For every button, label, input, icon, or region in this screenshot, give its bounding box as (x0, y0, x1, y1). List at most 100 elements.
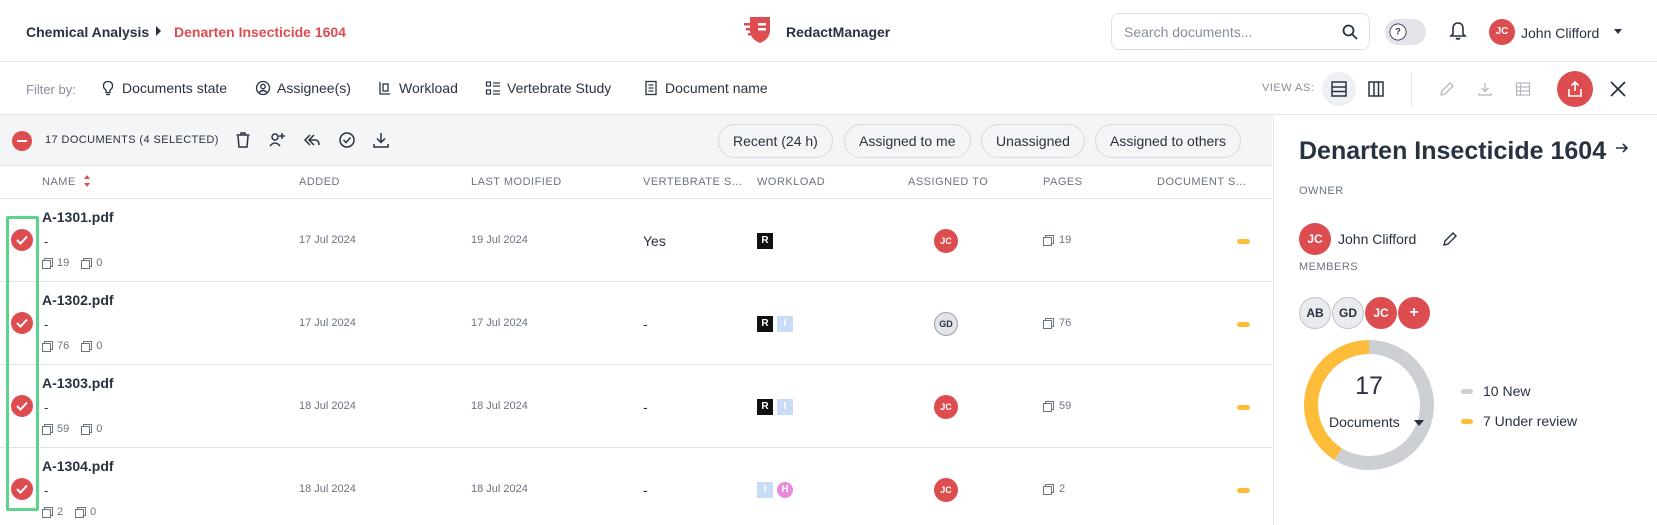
table-row[interactable]: A-1304.pdf - 2 0 18 Jul 2024 18 Jul 2024… (0, 448, 1272, 525)
table-icon (1515, 82, 1531, 96)
user-avatar[interactable]: JC (1489, 19, 1515, 45)
modified-date: 17 Jul 2024 (471, 317, 528, 329)
row-checkbox[interactable] (11, 229, 33, 251)
dossier-details-panel: Denarten Insecticide 1604 OWNER JC John … (1273, 115, 1657, 525)
pages-icon (42, 340, 53, 352)
file-name[interactable]: A-1304.pdf (42, 458, 114, 474)
view-columns-button[interactable] (1359, 72, 1393, 106)
export-button[interactable] (1557, 71, 1593, 107)
legend-item-under-review[interactable]: 7 Under review (1461, 413, 1577, 429)
filter-document-name[interactable]: Document name (643, 80, 768, 96)
file-pages: 2 (57, 506, 64, 518)
workload-badge-redaction: R (757, 233, 773, 249)
filter-assignees[interactable]: Assignee(s) (255, 80, 351, 96)
pencil-icon[interactable] (1442, 231, 1458, 247)
help-mode-toggle[interactable]: ? (1385, 19, 1426, 45)
delete-icon[interactable] (233, 130, 253, 150)
row-checkbox[interactable] (11, 478, 33, 500)
filter-vertebrate-study[interactable]: Vertebrate Study (485, 80, 611, 96)
file-name[interactable]: A-1301.pdf (42, 209, 114, 225)
column-last-modified[interactable]: LAST MODIFIED (471, 176, 562, 188)
assignee-avatar[interactable]: JC (934, 395, 958, 419)
check-icon (16, 401, 28, 411)
document-state-indicator (1237, 488, 1250, 493)
breadcrumb-parent[interactable]: Chemical Analysis (26, 24, 149, 40)
workload-badge-image: I (777, 316, 793, 332)
filter-documents-state[interactable]: Documents state (100, 80, 227, 96)
column-name[interactable]: NAME (42, 176, 76, 188)
notifications-bell-icon[interactable] (1448, 21, 1468, 41)
reply-all-icon[interactable] (302, 130, 322, 150)
member-avatar[interactable]: JC (1365, 297, 1397, 329)
table-report-button[interactable] (1506, 72, 1540, 106)
workload-badge-image: I (757, 482, 773, 498)
column-vertebrate-study[interactable]: VERTEBRATE S... (643, 176, 742, 188)
check-icon (16, 235, 28, 245)
donut-total-label[interactable]: Documents (1329, 414, 1400, 430)
member-avatar[interactable]: AB (1299, 297, 1331, 329)
file-annotations: 0 (96, 340, 103, 352)
column-workload[interactable]: WORKLOAD (757, 176, 825, 188)
file-name[interactable]: A-1302.pdf (42, 292, 114, 308)
vertebrate-study-value: Yes (643, 233, 666, 249)
quick-filter-assigned-to-others[interactable]: Assigned to others (1095, 124, 1241, 158)
pencil-icon (1440, 82, 1454, 96)
member-avatar[interactable]: GD (1332, 297, 1364, 329)
chevron-down-icon[interactable] (1414, 420, 1424, 426)
page-count-value: 2 (1059, 483, 1066, 495)
workload-badges: R I (757, 316, 793, 332)
table-row[interactable]: A-1301.pdf - 19 0 17 Jul 2024 19 Jul 202… (0, 199, 1272, 282)
quick-filter-assigned-to-me[interactable]: Assigned to me (844, 124, 971, 158)
table-row[interactable]: A-1303.pdf - 59 0 18 Jul 2024 18 Jul 202… (0, 365, 1272, 448)
download-button[interactable] (1468, 72, 1502, 106)
search-icon[interactable] (1341, 23, 1359, 41)
filter-workload[interactable]: Workload (377, 80, 458, 96)
sort-arrows-icon[interactable] (84, 175, 90, 187)
collapse-arrow-icon[interactable] (1614, 140, 1630, 156)
row-checkbox[interactable] (11, 395, 33, 417)
legend-label: 10 New (1483, 383, 1531, 399)
assignee-avatar[interactable]: JC (934, 229, 958, 253)
members-label: MEMBERS (1299, 261, 1359, 273)
donut-total: 17 (1355, 372, 1383, 400)
file-name[interactable]: A-1303.pdf (42, 375, 114, 391)
view-list-button[interactable] (1322, 72, 1356, 106)
legend-swatch-under-review (1461, 418, 1473, 424)
column-document-state[interactable]: DOCUMENT S... (1157, 176, 1246, 188)
page-count: 19 (1043, 234, 1071, 246)
deselect-all-button[interactable] (12, 131, 32, 151)
added-date: 17 Jul 2024 (299, 234, 356, 246)
workload-badge-hint: H (777, 482, 793, 498)
quick-filter-unassigned[interactable]: Unassigned (981, 124, 1085, 158)
check-icon (16, 484, 28, 494)
help-icon: ? (1389, 23, 1407, 41)
legend-item-new[interactable]: 10 New (1461, 383, 1530, 399)
user-menu-caret-icon[interactable] (1614, 29, 1622, 34)
legend-swatch-new (1461, 388, 1473, 394)
filter-bar: Filter by: Documents state Assignee(s) W… (0, 62, 1657, 115)
page-count-value: 19 (1059, 234, 1072, 246)
add-member-button[interactable]: + (1398, 297, 1430, 329)
assign-user-icon[interactable] (267, 130, 287, 150)
search-input[interactable]: Search documents... (1111, 13, 1370, 50)
pages-icon (1043, 234, 1054, 246)
download-icon[interactable] (371, 130, 391, 150)
row-checkbox[interactable] (11, 312, 33, 334)
column-pages[interactable]: PAGES (1043, 176, 1083, 188)
edit-button[interactable] (1430, 72, 1464, 106)
approve-check-icon[interactable] (337, 130, 357, 150)
breadcrumb-current[interactable]: Denarten Insecticide 1604 (174, 24, 346, 40)
file-pages: 59 (57, 423, 70, 435)
user-name[interactable]: John Clifford (1521, 25, 1599, 41)
assignee-avatar[interactable]: JC (934, 478, 958, 502)
quick-filter-recent[interactable]: Recent (24 h) (718, 124, 833, 158)
added-date: 18 Jul 2024 (299, 483, 356, 495)
table-row[interactable]: A-1302.pdf - 76 0 17 Jul 2024 17 Jul 202… (0, 282, 1272, 365)
column-assigned-to[interactable]: ASSIGNED TO (908, 176, 988, 188)
assignee-avatar[interactable]: GD (934, 312, 958, 336)
filter-label-text: Document name (665, 80, 768, 96)
annotations-icon (81, 423, 93, 435)
file-subtitle: - (44, 483, 49, 498)
close-icon[interactable] (1606, 77, 1630, 101)
column-added[interactable]: ADDED (299, 176, 340, 188)
